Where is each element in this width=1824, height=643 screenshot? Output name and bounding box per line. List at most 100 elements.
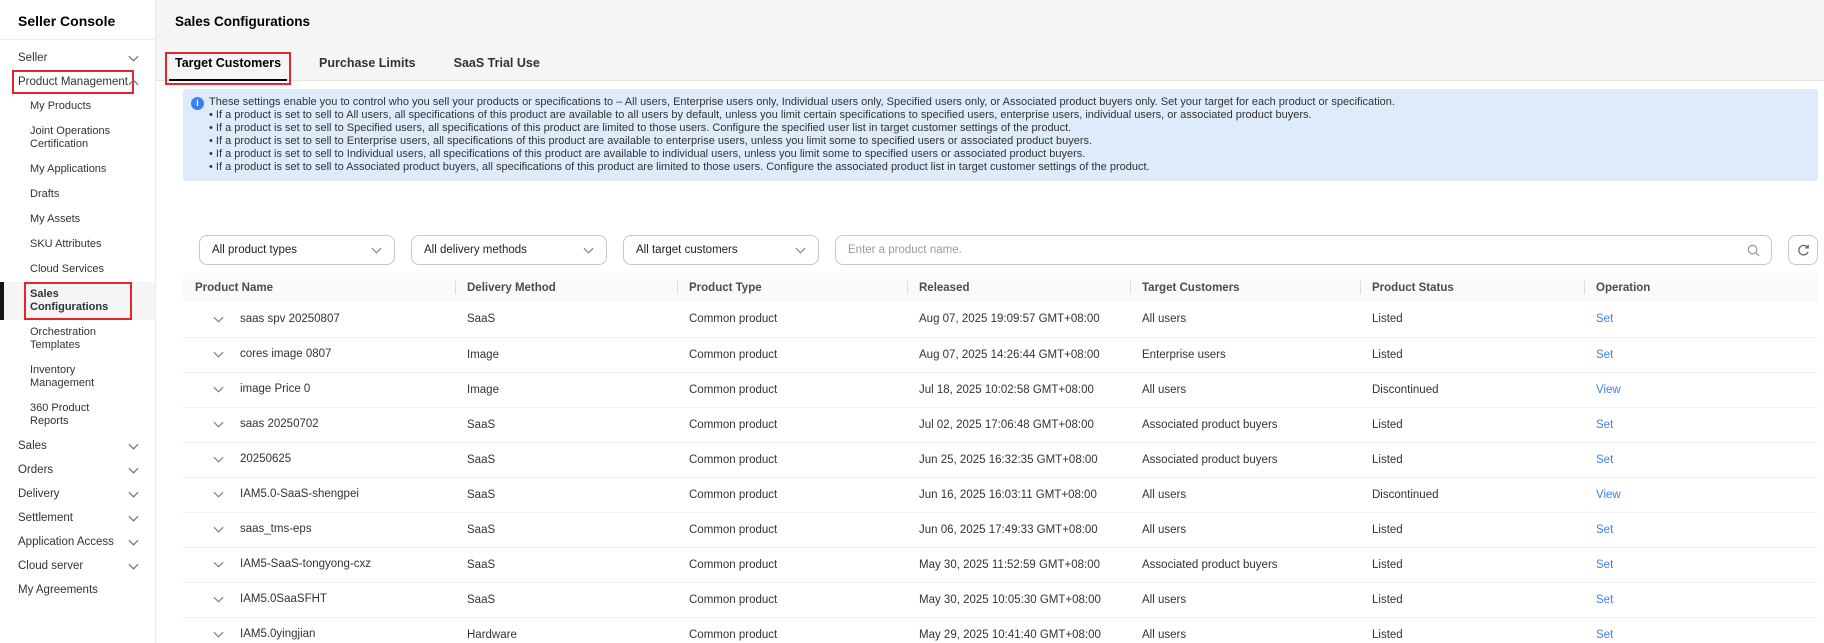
banner-bullet: If a product is set to sell to Specified… bbox=[209, 122, 1804, 135]
operation-link[interactable]: Set bbox=[1596, 559, 1613, 571]
delivery-method-cell: SaaS bbox=[455, 302, 677, 337]
target-customers-cell: All users bbox=[1130, 512, 1360, 547]
sidebar-item-my-products[interactable]: My Products bbox=[0, 94, 155, 119]
operation-link[interactable]: Set bbox=[1596, 524, 1613, 536]
product-name: saas_tms-eps bbox=[240, 523, 312, 535]
sidebar-item-sku-attributes[interactable]: SKU Attributes bbox=[0, 232, 155, 257]
table-body: saas spv 20250807 SaaS Common product Au… bbox=[183, 302, 1818, 643]
sidebar-item-orders[interactable]: Orders bbox=[0, 458, 155, 482]
sidebar-item-seller[interactable]: Seller bbox=[0, 46, 155, 70]
sidebar-item-label: Application Access bbox=[18, 536, 114, 548]
row-expand-button[interactable] bbox=[213, 561, 224, 568]
row-expand-button[interactable] bbox=[213, 421, 224, 428]
refresh-icon bbox=[1796, 243, 1811, 258]
product-type-cell: Common product bbox=[677, 302, 907, 337]
delivery-method-cell: SaaS bbox=[455, 582, 677, 617]
table-row: saas_tms-eps SaaS Common product Jun 06,… bbox=[183, 512, 1818, 547]
product-status-cell: Listed bbox=[1360, 547, 1584, 582]
product-name: IAM5-SaaS-tongyong-cxz bbox=[240, 558, 371, 570]
row-expand-button[interactable] bbox=[213, 316, 224, 323]
row-expand-button[interactable] bbox=[213, 491, 224, 498]
refresh-button[interactable] bbox=[1788, 235, 1818, 265]
delivery-method-cell: SaaS bbox=[455, 407, 677, 442]
target-customers-cell: All users bbox=[1130, 477, 1360, 512]
dropdown-value: All product types bbox=[212, 244, 297, 256]
operation-link[interactable]: Set bbox=[1596, 594, 1613, 606]
released-cell: May 29, 2025 10:41:40 GMT+08:00 bbox=[907, 617, 1130, 643]
sidebar-item-label: Sales bbox=[18, 440, 47, 452]
delivery-method-cell: SaaS bbox=[455, 477, 677, 512]
row-expand-button[interactable] bbox=[213, 596, 224, 603]
banner-bullet: If a product is set to sell to Enterpris… bbox=[209, 135, 1804, 148]
product-type-cell: Common product bbox=[677, 477, 907, 512]
tab-target-customers[interactable]: Target Customers bbox=[169, 56, 287, 81]
chevron-down-icon bbox=[128, 491, 139, 498]
tab-purchase-limits[interactable]: Purchase Limits bbox=[313, 56, 422, 81]
released-cell: Aug 07, 2025 14:26:44 GMT+08:00 bbox=[907, 337, 1130, 372]
row-expand-button[interactable] bbox=[213, 631, 224, 638]
info-icon: i bbox=[191, 97, 204, 110]
tab-label: SaaS Trial Use bbox=[454, 56, 540, 70]
sidebar-item-inventory-management[interactable]: Inventory Management bbox=[0, 358, 155, 396]
delivery-method-cell: SaaS bbox=[455, 512, 677, 547]
chevron-down-icon bbox=[213, 456, 224, 463]
sidebar-item-cloud-services[interactable]: Cloud Services bbox=[0, 257, 155, 282]
sidebar-item-sales-configurations[interactable]: Sales Configurations bbox=[0, 282, 155, 320]
column-header-operation: Operation bbox=[1584, 273, 1818, 302]
product-status-cell: Discontinued bbox=[1360, 477, 1584, 512]
sidebar-item-360-product-reports[interactable]: 360 Product Reports bbox=[0, 396, 155, 434]
banner-intro: These settings enable you to control who… bbox=[209, 96, 1804, 109]
product-type-cell: Common product bbox=[677, 372, 907, 407]
search-input[interactable] bbox=[846, 243, 1746, 257]
sidebar-item-joint-operations-certification[interactable]: Joint Operations Certification bbox=[0, 119, 155, 157]
operation-link[interactable]: Set bbox=[1596, 349, 1613, 361]
chevron-down-icon bbox=[213, 351, 224, 358]
target-customers-cell: Associated product buyers bbox=[1130, 547, 1360, 582]
released-cell: Jul 18, 2025 10:02:58 GMT+08:00 bbox=[907, 372, 1130, 407]
operation-link[interactable]: View bbox=[1596, 384, 1621, 396]
operation-link[interactable]: Set bbox=[1596, 454, 1613, 466]
sidebar-item-my-applications[interactable]: My Applications bbox=[0, 157, 155, 182]
released-cell: Jul 02, 2025 17:06:48 GMT+08:00 bbox=[907, 407, 1130, 442]
target-customers-cell: All users bbox=[1130, 302, 1360, 337]
tab-bar: Target Customers Purchase Limits SaaS Tr… bbox=[156, 56, 1824, 80]
operation-link[interactable]: Set bbox=[1596, 629, 1613, 641]
sidebar-item-settlement[interactable]: Settlement bbox=[0, 506, 155, 530]
product-name: IAM5.0-SaaS-shengpei bbox=[240, 488, 359, 500]
sidebar-nav: Seller Product Management My Products Jo… bbox=[0, 46, 155, 602]
sidebar-item-product-management[interactable]: Product Management bbox=[0, 70, 155, 94]
operation-link[interactable]: Set bbox=[1596, 419, 1613, 431]
search-icon[interactable] bbox=[1746, 243, 1761, 258]
table-row: cores image 0807 Image Common product Au… bbox=[183, 337, 1818, 372]
sidebar: Seller Console Seller Product Management… bbox=[0, 0, 156, 643]
column-header-delivery-method: Delivery Method bbox=[455, 273, 677, 302]
tab-saas-trial-use[interactable]: SaaS Trial Use bbox=[448, 56, 546, 81]
sidebar-item-delivery[interactable]: Delivery bbox=[0, 482, 155, 506]
row-expand-button[interactable] bbox=[213, 456, 224, 463]
target-customers-cell: All users bbox=[1130, 372, 1360, 407]
delivery-method-cell: Image bbox=[455, 337, 677, 372]
sidebar-item-cloud-server[interactable]: Cloud server bbox=[0, 554, 155, 578]
operation-link[interactable]: Set bbox=[1596, 313, 1613, 325]
released-cell: Jun 25, 2025 16:32:35 GMT+08:00 bbox=[907, 442, 1130, 477]
sidebar-item-orchestration-templates[interactable]: Orchestration Templates bbox=[0, 320, 155, 358]
row-expand-button[interactable] bbox=[213, 351, 224, 358]
row-expand-button[interactable] bbox=[213, 526, 224, 533]
sidebar-item-my-agreements[interactable]: My Agreements bbox=[0, 578, 155, 602]
filter-all-product-types[interactable]: All product types bbox=[199, 235, 395, 265]
sidebar-item-my-assets[interactable]: My Assets bbox=[0, 207, 155, 232]
column-header-product-status: Product Status bbox=[1360, 273, 1584, 302]
filter-all-target-customers[interactable]: All target customers bbox=[623, 235, 819, 265]
filter-all-delivery-methods[interactable]: All delivery methods bbox=[411, 235, 607, 265]
sidebar-item-label: Cloud Services bbox=[30, 263, 104, 276]
operation-link[interactable]: View bbox=[1596, 489, 1621, 501]
chevron-down-icon bbox=[213, 526, 224, 533]
dropdown-value: All delivery methods bbox=[424, 244, 527, 256]
sidebar-item-application-access[interactable]: Application Access bbox=[0, 530, 155, 554]
delivery-method-cell: Hardware bbox=[455, 617, 677, 643]
row-expand-button[interactable] bbox=[213, 386, 224, 393]
sidebar-item-sales[interactable]: Sales bbox=[0, 434, 155, 458]
sidebar-item-drafts[interactable]: Drafts bbox=[0, 182, 155, 207]
banner-bullet: If a product is set to sell to Associate… bbox=[209, 161, 1804, 174]
target-customers-cell: All users bbox=[1130, 617, 1360, 643]
